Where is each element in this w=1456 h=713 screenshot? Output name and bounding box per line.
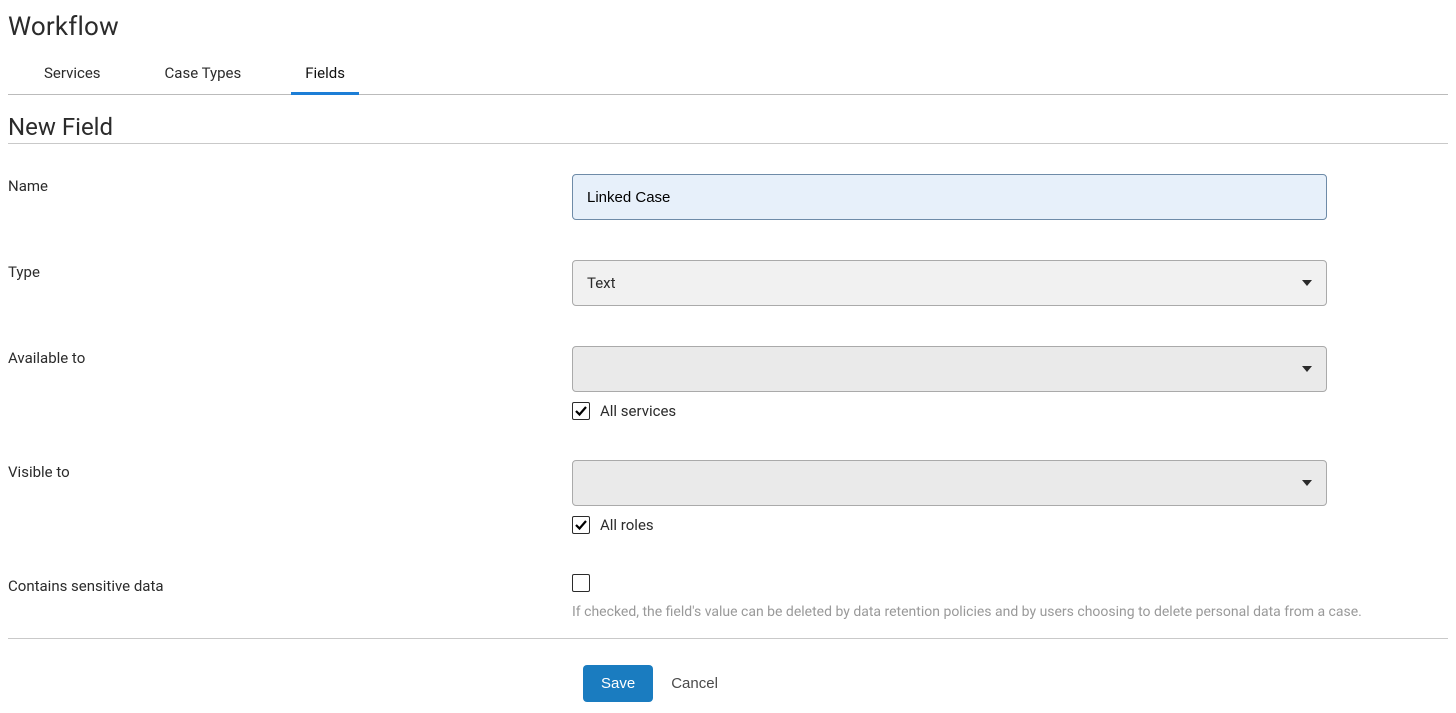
label-visible-to: Visible to xyxy=(8,460,572,481)
chevron-down-icon xyxy=(1302,480,1312,486)
type-select-value: Text xyxy=(587,274,616,292)
tab-services[interactable]: Services xyxy=(30,54,115,95)
row-name: Name xyxy=(8,174,1448,220)
row-visible-to: Visible to All roles xyxy=(8,460,1448,534)
all-services-checkbox[interactable] xyxy=(572,402,590,420)
visible-to-select[interactable] xyxy=(572,460,1327,506)
tab-case-types[interactable]: Case Types xyxy=(151,54,256,95)
tabs: Services Case Types Fields xyxy=(8,54,1448,95)
divider xyxy=(8,638,1448,639)
cancel-button[interactable]: Cancel xyxy=(671,675,718,692)
label-sensitive: Contains sensitive data xyxy=(8,574,572,595)
row-available-to: Available to All services xyxy=(8,346,1448,420)
all-services-label: All services xyxy=(600,402,676,420)
tab-fields[interactable]: Fields xyxy=(291,54,359,95)
row-sensitive: Contains sensitive data If checked, the … xyxy=(8,574,1448,620)
section-title: New Field xyxy=(8,113,1448,144)
chevron-down-icon xyxy=(1302,280,1312,286)
name-input[interactable] xyxy=(572,174,1327,220)
save-button[interactable]: Save xyxy=(583,665,653,702)
check-icon xyxy=(575,519,587,531)
type-select[interactable]: Text xyxy=(572,260,1327,306)
sensitive-help: If checked, the field's value can be del… xyxy=(572,604,1448,620)
check-icon xyxy=(575,405,587,417)
row-type: Type Text xyxy=(8,260,1448,306)
all-services-option[interactable]: All services xyxy=(572,402,1448,420)
label-available-to: Available to xyxy=(8,346,572,367)
sensitive-checkbox[interactable] xyxy=(572,574,590,592)
all-roles-checkbox[interactable] xyxy=(572,516,590,534)
available-to-select[interactable] xyxy=(572,346,1327,392)
actions: Save Cancel xyxy=(8,665,1448,702)
all-roles-label: All roles xyxy=(600,516,654,534)
chevron-down-icon xyxy=(1302,366,1312,372)
page-title: Workflow xyxy=(8,12,1448,42)
label-name: Name xyxy=(8,174,572,195)
all-roles-option[interactable]: All roles xyxy=(572,516,1448,534)
label-type: Type xyxy=(8,260,572,281)
